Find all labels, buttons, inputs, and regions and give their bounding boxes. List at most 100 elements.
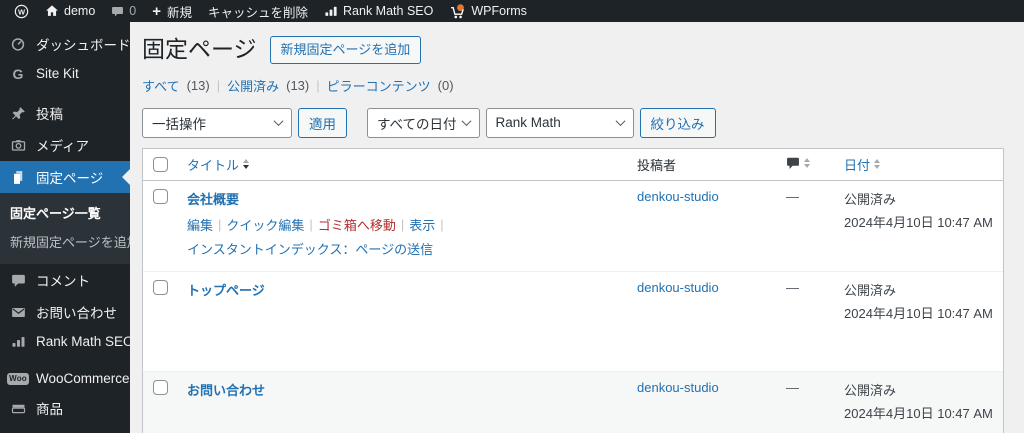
action-separator: | [440, 216, 444, 232]
dates-select[interactable]: すべての日付 [367, 107, 480, 138]
rank-math-filter-value: Rank Math [495, 115, 561, 131]
filter-separator: | [316, 77, 320, 93]
table-row: トップページ denkou-studio — 公開済み 2024年4月10日 1… [143, 270, 1003, 371]
admin-bar-rank-math[interactable]: Rank Math SEO [316, 0, 441, 22]
action-separator: | [309, 216, 313, 232]
comment-icon [9, 273, 27, 288]
sidebar-label-woocommerce: WooCommerce [36, 371, 130, 386]
sidebar-item-media[interactable]: メディア [0, 129, 130, 161]
sidebar-item-analytics[interactable]: アナリティクス [0, 424, 130, 433]
home-icon [45, 4, 59, 18]
sidebar-label-dashboard: ダッシュボード [36, 38, 130, 53]
site-kit-icon: G [12, 65, 24, 82]
rank-math-filter-select[interactable]: Rank Math [485, 107, 634, 138]
woocommerce-icon: Woo [7, 372, 29, 385]
row-checkbox[interactable] [153, 379, 168, 395]
view-action[interactable]: 表示 [409, 215, 435, 234]
instant-indexing-action[interactable]: インスタントインデックス：ページの送信 [187, 239, 433, 258]
comments-bubble-icon [111, 5, 124, 18]
sidebar-label-posts: 投稿 [36, 107, 63, 122]
sidebar-item-site-kit[interactable]: G Site Kit [0, 60, 130, 87]
table-nav: 一括操作 適用 すべての日付 Rank Math 絞り込み [142, 107, 1004, 138]
sidebar-label-pages: 固定ページ [36, 171, 104, 186]
author-column-header: 投稿者 [637, 157, 677, 173]
dashboard-icon [9, 36, 27, 52]
page-status: 公開済み [844, 191, 897, 207]
sort-by-date[interactable]: 日付 [844, 155, 881, 174]
quick-edit-action[interactable]: クイック編集 [226, 215, 304, 234]
comments-count: — [786, 188, 799, 204]
filter-separator: | [216, 77, 221, 93]
admin-bar-wpforms[interactable]: WPForms [441, 0, 535, 22]
admin-bar: W demo 0 + 新規 キャッシュを削除 Rank Math SEO WPF… [0, 0, 1024, 22]
page-title: 固定ページ [142, 36, 257, 62]
sidebar-item-contact[interactable]: お問い合わせ [0, 296, 130, 328]
sort-arrows-icon [804, 157, 810, 168]
bulk-actions-select[interactable]: 一括操作 [142, 107, 292, 138]
author-link[interactable]: denkou-studio [637, 189, 719, 204]
select-all-checkbox[interactable] [153, 156, 168, 172]
sidebar-item-woocommerce[interactable]: Woo WooCommerce [0, 365, 130, 392]
menu-separator [0, 87, 130, 97]
apply-button[interactable]: 適用 [298, 107, 347, 138]
row-checkbox[interactable] [153, 188, 168, 204]
filter-pillar-count: (0) [437, 77, 454, 93]
sidebar-item-dashboard[interactable]: ダッシュボード [0, 28, 130, 60]
author-link[interactable]: denkou-studio [637, 280, 719, 295]
filter-pillar-link[interactable]: ピラーコンテンツ [327, 76, 431, 95]
admin-bar-site-name: demo [64, 4, 96, 18]
table-header-row: タイトル 投稿者 日付 [143, 149, 1003, 181]
edit-action[interactable]: 編集 [187, 215, 213, 234]
admin-bar-site-link[interactable]: demo [37, 0, 103, 22]
sidebar-label-rank-math: Rank Math SEO [36, 334, 130, 349]
sidebar-item-comments[interactable]: コメント [0, 264, 130, 296]
page-title-link[interactable]: トップページ [187, 283, 265, 298]
admin-bar-clear-cache[interactable]: キャッシュを削除 [200, 0, 316, 22]
sidebar-item-rank-math[interactable]: Rank Math SEO [0, 328, 130, 355]
page-date: 2024年4月10日 10:47 AM [844, 405, 993, 421]
menu-separator [0, 355, 130, 365]
filter-button[interactable]: 絞り込み [639, 107, 716, 138]
sidebar-item-pages[interactable]: 固定ページ [0, 161, 130, 193]
submenu-add-new-page[interactable]: 新規固定ページを追加 [0, 227, 130, 256]
sidebar-label-media: メディア [36, 139, 90, 154]
submenu-all-pages[interactable]: 固定ページ一覧 [0, 198, 130, 227]
comments-column-icon [786, 156, 800, 170]
page-title-link[interactable]: お問い合わせ [187, 383, 265, 398]
sidebar-label-contact: お問い合わせ [36, 306, 117, 321]
action-separator: | [400, 216, 405, 232]
sort-by-comments[interactable] [786, 156, 810, 170]
action-separator: | [218, 216, 222, 232]
wordpress-logo-menu[interactable]: W [6, 0, 37, 22]
table-row: 会社概要 編集 | クイック編集 | ゴミ箱へ移動 | 表示 | インスタントイ… [143, 180, 1003, 271]
pushpin-icon [9, 106, 27, 121]
sidebar-label-comments: コメント [36, 274, 90, 289]
filter-published-count: (13) [286, 77, 310, 93]
filter-published-link[interactable]: 公開済み [227, 76, 279, 95]
title-column-header: タイトル [187, 157, 240, 173]
chevron-down-icon [273, 116, 284, 127]
cart-badge-icon [449, 3, 466, 20]
chevron-down-icon [615, 116, 625, 127]
sidebar-item-posts[interactable]: 投稿 [0, 97, 130, 129]
products-icon [9, 401, 27, 416]
trash-action[interactable]: ゴミ箱へ移動 [318, 215, 396, 234]
page-status: 公開済み [844, 282, 897, 298]
pages-icon [9, 170, 27, 185]
page-status: 公開済み [844, 382, 897, 398]
admin-bar-comments[interactable]: 0 [103, 0, 144, 22]
admin-bar-new-menu[interactable]: + 新規 [144, 0, 200, 22]
row-checkbox[interactable] [153, 279, 168, 295]
rank-math-chart-icon [324, 4, 338, 18]
rank-math-icon [9, 334, 27, 349]
filter-all-link[interactable]: すべて [142, 76, 180, 95]
sidebar-label-products: 商品 [36, 402, 63, 417]
chevron-down-icon [461, 116, 471, 127]
sidebar-label-site-kit: Site Kit [36, 66, 79, 81]
sort-by-title[interactable]: タイトル [187, 155, 250, 174]
page-title-link[interactable]: 会社概要 [187, 192, 239, 207]
add-new-page-button[interactable]: 新規固定ページを追加 [269, 36, 422, 64]
page-date: 2024年4月10日 10:47 AM [844, 214, 993, 230]
sidebar-item-products[interactable]: 商品 [0, 392, 130, 424]
author-link[interactable]: denkou-studio [637, 380, 719, 395]
